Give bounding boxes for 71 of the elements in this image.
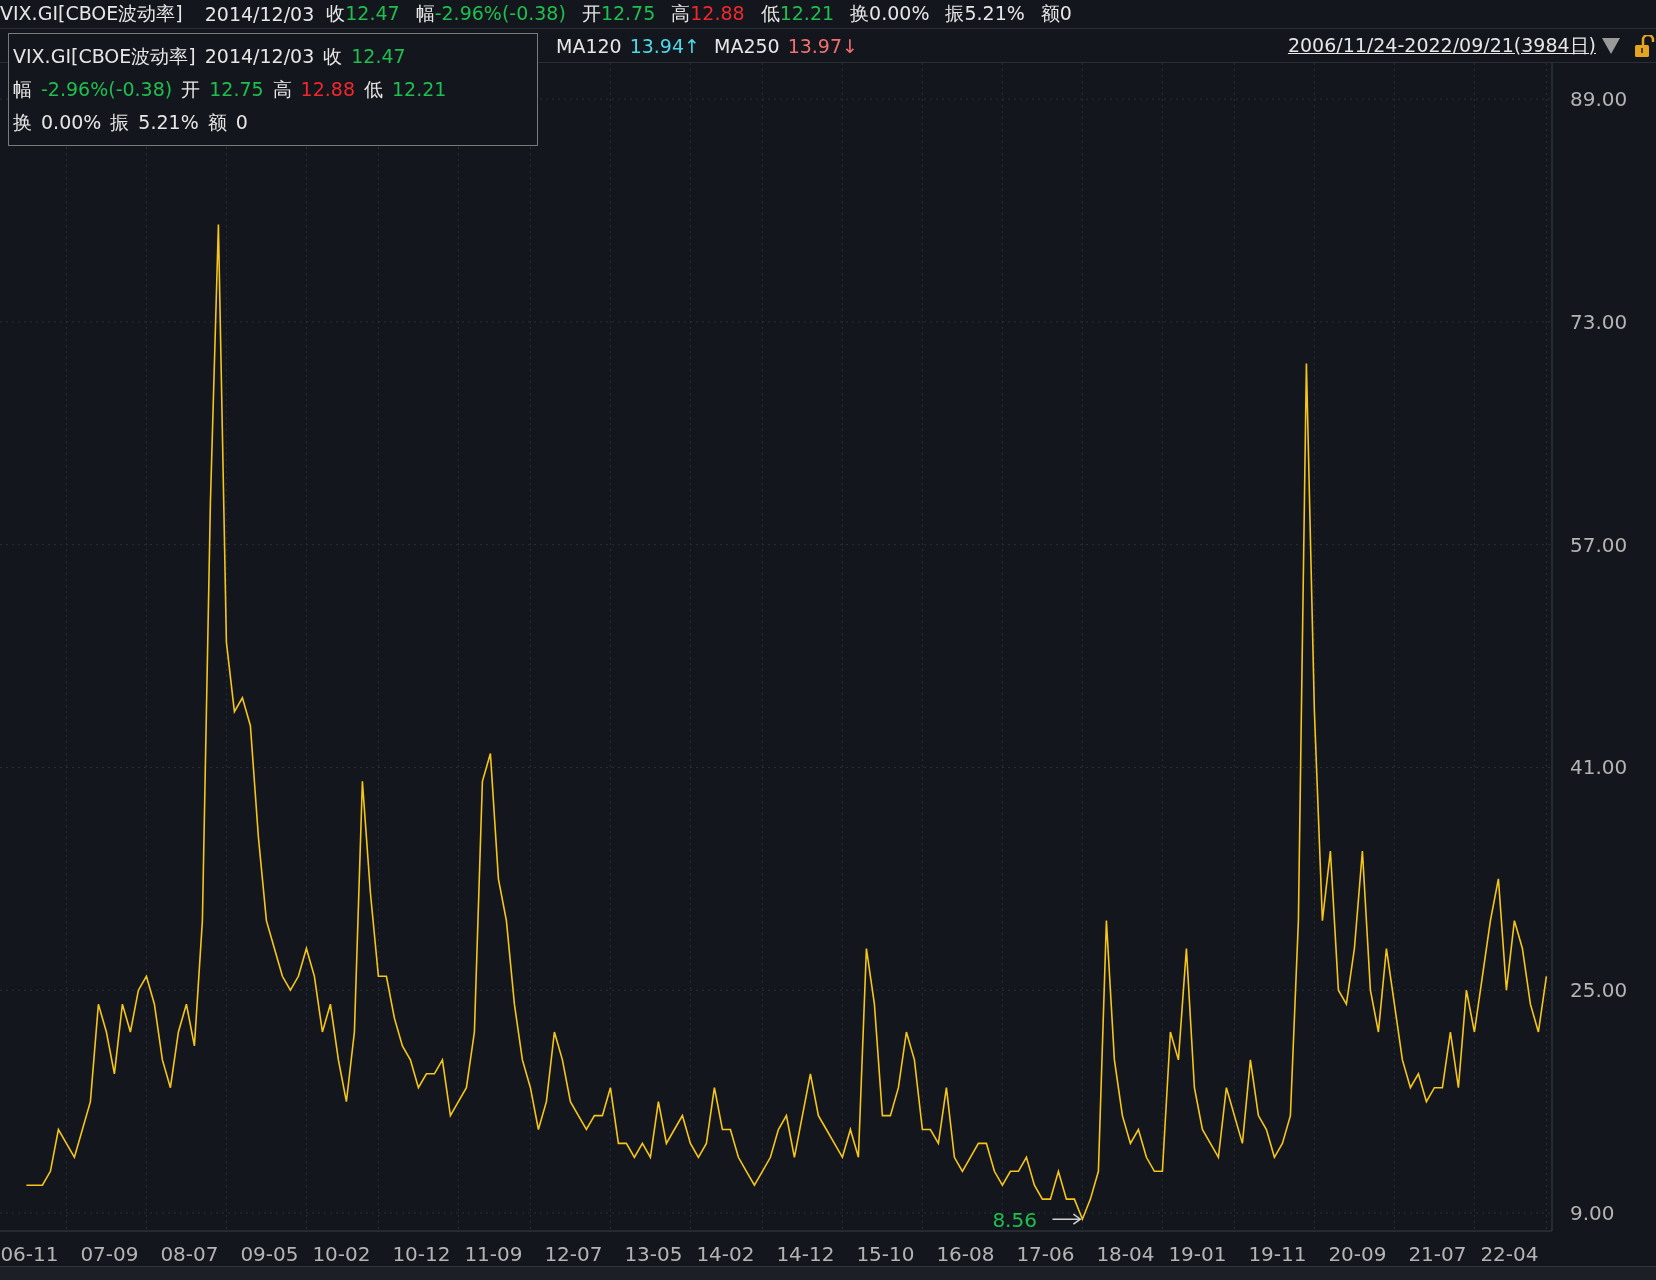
x-axis-label: 12-07 <box>544 1242 603 1266</box>
y-axis-label: 9.00 <box>1570 1201 1615 1226</box>
tooltip-value: 0 <box>235 111 248 133</box>
field-value: 12.75 <box>600 2 656 24</box>
tooltip-value: 12.75 <box>209 78 264 100</box>
tooltip-value: 0.00% <box>41 111 102 133</box>
x-axis-label: 17-06 <box>1016 1242 1075 1266</box>
field-label: 额 <box>1040 2 1060 24</box>
x-axis-label: 11-09 <box>464 1242 523 1266</box>
x-axis-label: 20-09 <box>1328 1242 1387 1266</box>
date-range-link[interactable]: 2006/11/24-2022/09/21(3984日) <box>1287 32 1596 59</box>
y-axis-label: 89.00 <box>1570 87 1628 112</box>
field-value: 12.21 <box>779 2 835 24</box>
tooltip-value: 5.21% <box>138 111 199 133</box>
x-axis-label: 06-11 <box>0 1242 59 1266</box>
x-axis-label: 13-05 <box>624 1242 683 1266</box>
tooltip-symbol: VIX.GI[CBOE波动率] <box>13 45 196 67</box>
tooltip-label: 额 <box>207 111 227 133</box>
x-axis-label: 18-04 <box>1096 1242 1155 1266</box>
x-axis-label: 10-12 <box>392 1242 451 1266</box>
x-axis-label: 14-02 <box>696 1242 755 1266</box>
field-label: 幅 <box>415 2 435 24</box>
y-axis-label: 57.00 <box>1570 532 1628 557</box>
field-value: 0 <box>1059 2 1072 24</box>
tooltip-label: 振 <box>110 111 130 133</box>
x-axis-label: 07-09 <box>80 1242 139 1266</box>
field-label: 高 <box>671 2 691 24</box>
x-axis-label: 16-08 <box>936 1242 995 1266</box>
x-axis-label: 22-04 <box>1480 1242 1539 1266</box>
tooltip-label: 收 <box>323 45 343 67</box>
tooltip-label: 换 <box>13 111 32 133</box>
field-label: 开 <box>581 2 601 24</box>
lock-icon[interactable] <box>1634 34 1656 57</box>
field-label: 低 <box>760 2 780 24</box>
x-axis-label: 09-05 <box>240 1242 299 1266</box>
tooltip-value: 12.21 <box>392 78 447 100</box>
y-axis-label: 73.00 <box>1570 309 1628 334</box>
x-axis-label: 19-11 <box>1248 1242 1307 1266</box>
quote-date: 2014/12/03 <box>204 3 315 25</box>
ma-value: 13.94↑ <box>629 34 700 57</box>
min-price-label: 8.56 <box>992 1208 1037 1233</box>
tooltip-value: 12.88 <box>300 78 355 100</box>
tooltip-label: 低 <box>364 78 383 100</box>
y-axis-label: 25.00 <box>1570 978 1628 1003</box>
field-label: 收 <box>326 2 346 24</box>
field-value: 0.00% <box>869 2 930 24</box>
x-axis-label: 14-12 <box>776 1242 835 1266</box>
y-axis-label: 41.00 <box>1570 755 1628 780</box>
field-value: 5.21% <box>964 2 1025 24</box>
tooltip-date: 2014/12/03 <box>204 45 315 67</box>
tooltip-value: -2.96%(-0.38) <box>41 78 173 100</box>
field-value: 12.88 <box>690 2 745 24</box>
tooltip-label: 幅 <box>13 78 32 100</box>
x-axis-label: 19-01 <box>1168 1242 1227 1266</box>
field-label: 换 <box>850 2 870 24</box>
ma-label: MA250 <box>714 34 780 57</box>
dropdown-icon[interactable] <box>1602 37 1620 54</box>
arrow-icon <box>1051 1213 1082 1225</box>
tooltip-label: 高 <box>272 78 292 100</box>
x-axis-label: 08-07 <box>160 1242 219 1266</box>
ma-label: MA120 <box>556 34 622 57</box>
x-axis-label: 10-02 <box>312 1242 371 1266</box>
x-axis-label: 21-07 <box>1408 1242 1467 1266</box>
symbol-name: VIX.GI[CBOE波动率] <box>0 1 183 26</box>
tooltip-value: 12.47 <box>351 45 406 67</box>
field-value: 12.47 <box>345 2 400 24</box>
field-label: 振 <box>945 2 965 24</box>
ma-value: 13.97↓ <box>787 34 858 57</box>
x-axis-label: 15-10 <box>856 1242 915 1266</box>
field-value: -2.96%(-0.38) <box>434 2 566 24</box>
tooltip-label: 开 <box>181 78 201 100</box>
